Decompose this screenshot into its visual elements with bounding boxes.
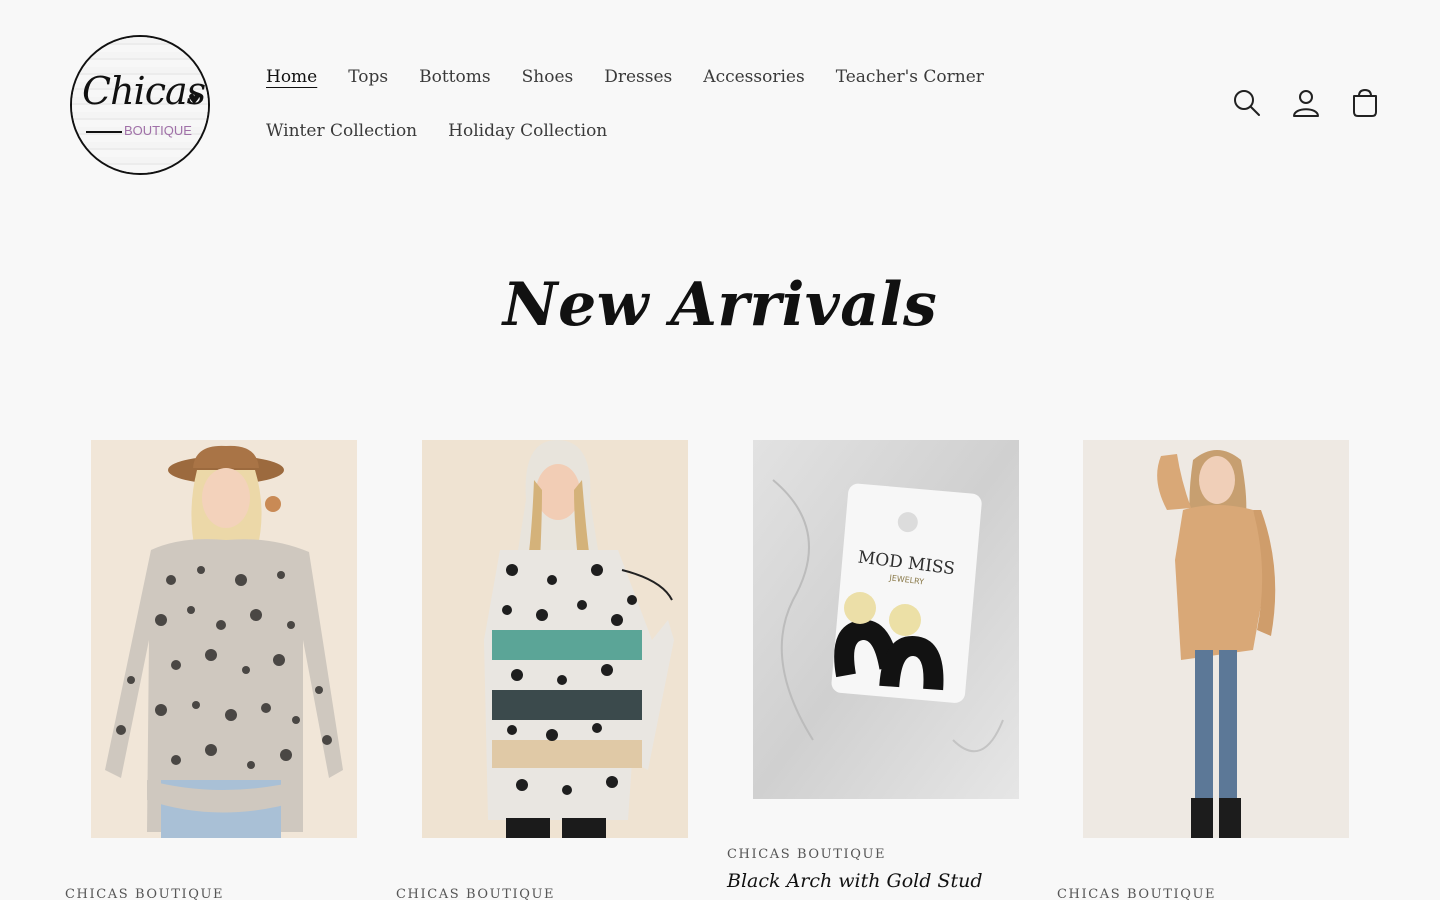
earring-illustration: MOD MISS JEWELRY — [753, 440, 1019, 799]
nav-link-winter-collection[interactable]: Winter Collection — [266, 116, 417, 170]
account-icon[interactable] — [1289, 86, 1323, 120]
product-brand: CHICAS BOUTIQUE — [65, 887, 225, 900]
nav-link-tops[interactable]: Tops — [348, 62, 388, 116]
logo-script-text: Chicas — [82, 69, 206, 113]
nav-link-accessories[interactable]: Accessories — [703, 62, 804, 116]
header-icons — [1230, 86, 1382, 120]
nav-row-2: Winter Collection Holiday Collection — [266, 116, 1046, 170]
search-icon[interactable] — [1230, 86, 1264, 120]
nav-link-shoes[interactable]: Shoes — [522, 62, 574, 116]
product-name[interactable]: Black Arch with Gold Stud — [727, 870, 982, 892]
product-card[interactable]: MOD MISS JEWELRY CHICAS BOUTIQUE Black A… — [727, 440, 1045, 900]
camel-top-illustration — [1083, 440, 1349, 838]
product-card[interactable]: CHICAS BOUTIQUE — [65, 440, 383, 900]
main-navigation: Home Tops Bottoms Shoes Dresses Accessor… — [266, 62, 1046, 170]
product-brand: CHICAS BOUTIQUE — [396, 887, 556, 900]
nav-link-home[interactable]: Home — [266, 62, 317, 116]
product-grid: CHICAS BOUTIQUE CHICAS BOUTIQUE MOD MISS… — [65, 440, 1375, 900]
product-image[interactable]: MOD MISS JEWELRY — [753, 440, 1019, 799]
nav-link-holiday-collection[interactable]: Holiday Collection — [448, 116, 607, 170]
product-image[interactable] — [422, 440, 688, 838]
nav-link-dresses[interactable]: Dresses — [604, 62, 672, 116]
brand-logo[interactable]: Chicas ♥ BOUTIQUE — [70, 35, 210, 175]
product-card[interactable]: CHICAS BOUTIQUE — [396, 440, 714, 900]
section-title: New Arrivals — [502, 270, 938, 340]
logo-subtitle: BOUTIQUE — [124, 123, 192, 138]
product-image[interactable] — [1083, 440, 1349, 838]
leopard-hoodie-illustration — [422, 440, 688, 838]
product-card[interactable]: CHICAS BOUTIQUE — [1057, 440, 1375, 900]
product-image[interactable] — [91, 440, 357, 838]
logo-divider — [86, 131, 122, 133]
product-brand: CHICAS BOUTIQUE — [1057, 887, 1217, 900]
site-header: Chicas ♥ BOUTIQUE Home Tops Bottoms Shoe… — [0, 0, 1440, 210]
nav-row-1: Home Tops Bottoms Shoes Dresses Accessor… — [266, 62, 1046, 116]
cart-icon[interactable] — [1348, 86, 1382, 120]
nav-link-teachers-corner[interactable]: Teacher's Corner — [836, 62, 984, 116]
leopard-top-illustration — [91, 440, 357, 838]
product-brand: CHICAS BOUTIQUE — [727, 847, 887, 862]
heart-icon: ♥ — [188, 92, 201, 108]
nav-link-bottoms[interactable]: Bottoms — [419, 62, 490, 116]
